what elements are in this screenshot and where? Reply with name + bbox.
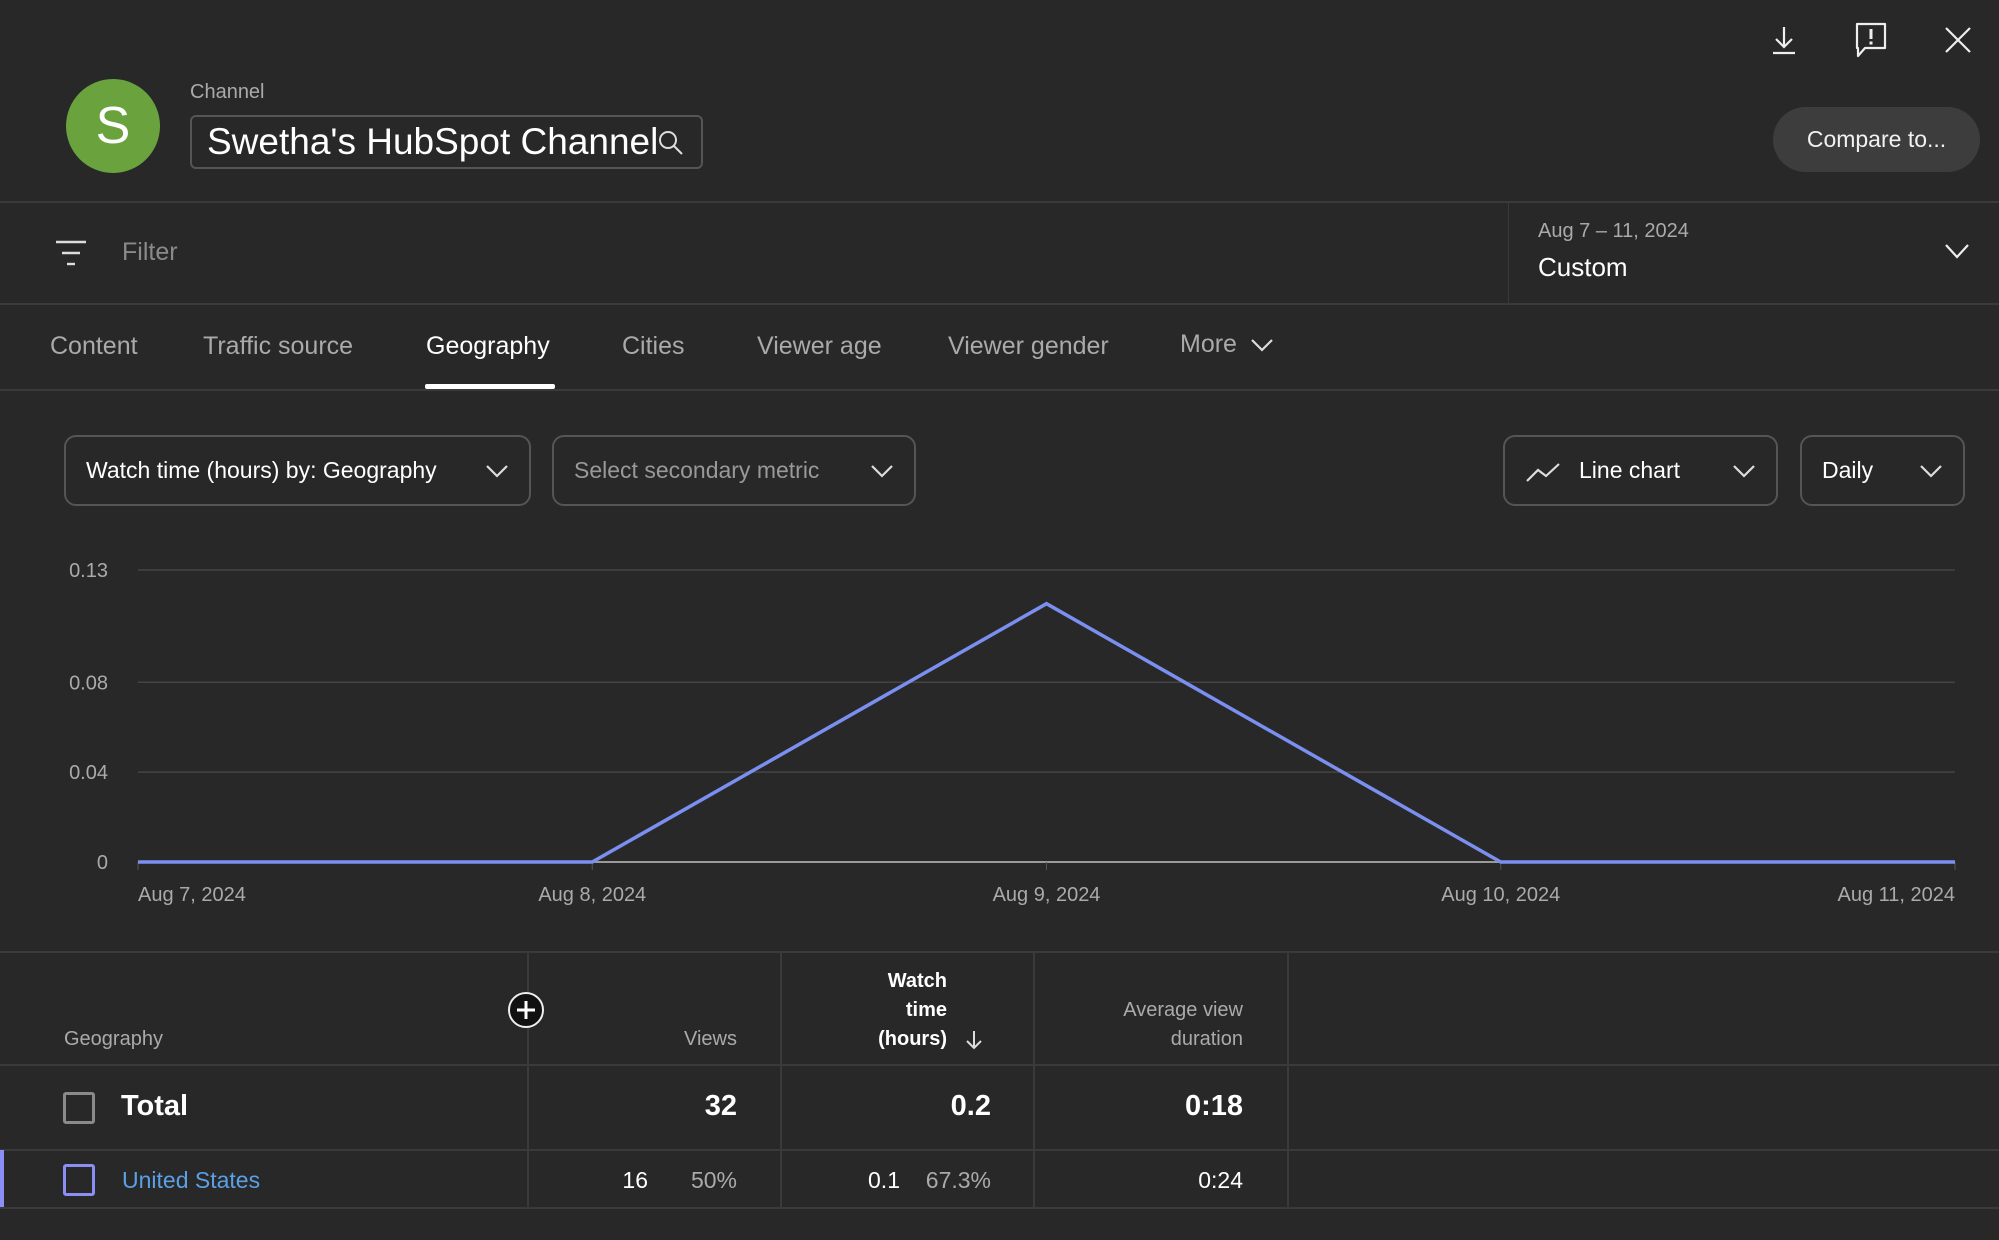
date-preset: Custom xyxy=(1538,252,1628,282)
channel-selector[interactable]: Swetha's HubSpot Channel xyxy=(190,115,703,169)
filter-icon[interactable] xyxy=(54,238,88,268)
tab-more[interactable]: More xyxy=(1180,330,1274,359)
close-icon xyxy=(1945,27,1971,53)
secondary-metric-placeholder: Select secondary metric xyxy=(574,457,820,483)
total-avg-duration: 0:18 xyxy=(1184,1090,1243,1122)
granularity-label: Daily xyxy=(1822,457,1874,483)
chart-type-label: Line chart xyxy=(1579,457,1681,483)
chevron-down-icon xyxy=(486,464,508,478)
granularity-dropdown[interactable]: Daily xyxy=(1800,435,1965,506)
tab-cities[interactable]: Cities xyxy=(622,332,685,361)
compare-to-button[interactable]: Compare to... xyxy=(1773,107,1980,172)
header-line: Average view xyxy=(1123,999,1243,1021)
total-checkbox[interactable] xyxy=(63,1092,95,1124)
channel-avatar: S xyxy=(66,79,160,173)
chart-type-dropdown[interactable]: Line chart xyxy=(1503,435,1778,506)
channel-label: Channel xyxy=(190,81,265,103)
close-button[interactable] xyxy=(1940,22,1976,58)
divider xyxy=(0,1207,1999,1209)
header-line: time xyxy=(905,999,947,1021)
add-column-button[interactable] xyxy=(507,991,545,1029)
divider xyxy=(0,389,1999,391)
sort-descending-icon[interactable] xyxy=(963,1029,985,1051)
divider xyxy=(0,303,1999,305)
table-row xyxy=(4,1151,1999,1208)
feedback-icon xyxy=(1855,22,1887,58)
line-chart-icon xyxy=(1526,462,1560,482)
column-header-watch-time[interactable]: Watch time (hours) xyxy=(800,967,947,1054)
download-button[interactable] xyxy=(1766,22,1802,58)
series-line xyxy=(138,601,1955,864)
secondary-metric-dropdown[interactable]: Select secondary metric xyxy=(552,435,916,506)
row-views-pct: 50% xyxy=(690,1167,737,1193)
column-header-views[interactable]: Views xyxy=(600,1025,737,1054)
tab-content[interactable]: Content xyxy=(50,332,138,361)
header-line: Watch xyxy=(887,970,947,992)
total-label: Total xyxy=(121,1090,189,1122)
y-tick-label: 0.13 xyxy=(69,560,108,582)
download-icon xyxy=(1773,27,1795,55)
tab-more-label: More xyxy=(1180,330,1237,358)
x-tick-label: Aug 9, 2024 xyxy=(993,884,1101,906)
y-tick-label: 0.04 xyxy=(69,762,108,784)
chevron-down-icon xyxy=(1920,464,1942,478)
y-tick-label: 0.08 xyxy=(69,672,108,694)
header-line: (hours) xyxy=(878,1028,947,1050)
total-watch-time: 0.2 xyxy=(950,1090,991,1122)
row-views: 16 xyxy=(622,1167,648,1193)
chevron-down-icon xyxy=(1733,464,1755,478)
x-tick-label: Aug 11, 2024 xyxy=(1837,884,1955,906)
channel-name: Swetha's HubSpot Channel xyxy=(207,121,659,162)
geography-link[interactable]: United States xyxy=(122,1167,260,1194)
row-watch-time-pct: 67.3% xyxy=(925,1167,991,1193)
row-checkbox[interactable] xyxy=(63,1164,95,1196)
primary-metric-dropdown[interactable]: Watch time (hours) by: Geography xyxy=(64,435,531,506)
x-tick-label: Aug 8, 2024 xyxy=(538,884,646,906)
chevron-down-icon xyxy=(1251,339,1273,352)
chevron-down-icon[interactable] xyxy=(1944,242,1970,260)
divider xyxy=(0,951,1999,953)
tab-geography[interactable]: Geography xyxy=(426,332,550,361)
y-tick-label: 0 xyxy=(97,852,108,874)
x-tick-label: Aug 10, 2024 xyxy=(1441,884,1560,906)
total-views: 32 xyxy=(704,1090,737,1122)
x-tick-label: Aug 7, 2024 xyxy=(138,884,246,906)
search-icon[interactable] xyxy=(657,129,685,157)
primary-metric-label: Watch time (hours) by: Geography xyxy=(86,457,437,483)
column-header-avg-duration[interactable]: Average view duration xyxy=(1050,996,1243,1054)
tab-traffic-source[interactable]: Traffic source xyxy=(203,332,353,361)
line-chart: 0 0.04 0.08 0.13 Aug 7, 2024 Aug 8, 2024 Aug 9… xyxy=(69,560,1956,906)
table-row-total xyxy=(0,1066,1999,1150)
filter-input[interactable]: Filter xyxy=(122,238,178,267)
date-range-text: Aug 7 – 11, 2024 xyxy=(1538,220,1689,242)
row-watch-time: 0.1 xyxy=(868,1167,900,1193)
tab-viewer-gender[interactable]: Viewer gender xyxy=(948,332,1109,361)
header-line: duration xyxy=(1170,1028,1243,1050)
column-header-geography[interactable]: Geography xyxy=(64,1025,163,1054)
row-avg-duration: 0:24 xyxy=(1198,1167,1243,1193)
feedback-button[interactable] xyxy=(1853,22,1889,58)
chevron-down-icon xyxy=(871,464,893,478)
tab-viewer-age[interactable]: Viewer age xyxy=(757,332,882,361)
